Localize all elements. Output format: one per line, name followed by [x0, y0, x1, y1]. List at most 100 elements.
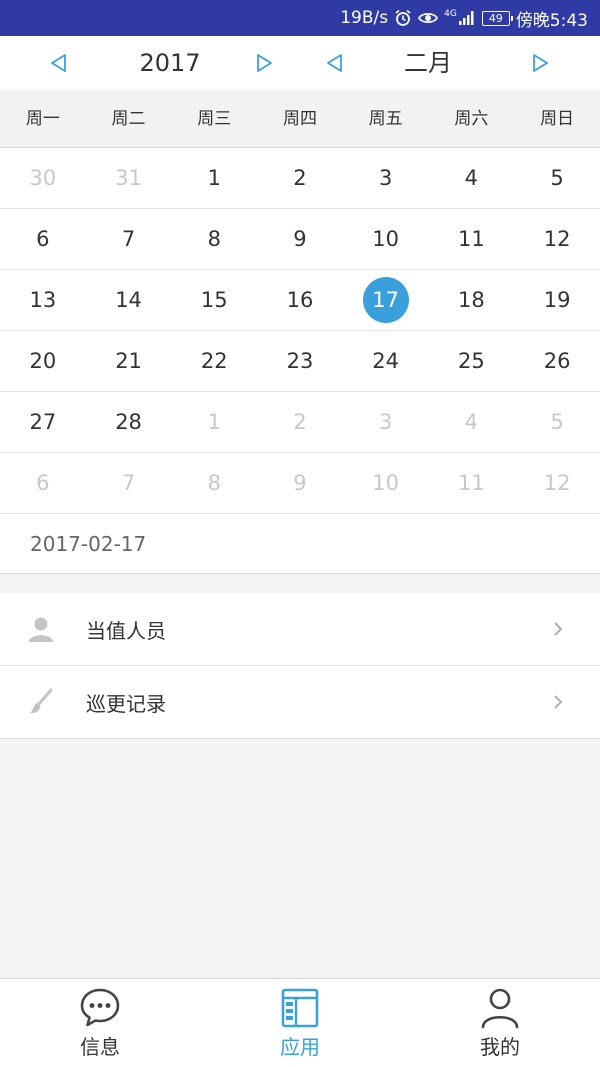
user-icon	[481, 988, 519, 1029]
tab-info[interactable]: 信息	[0, 979, 200, 1067]
calendar-day[interactable]: 23	[257, 331, 343, 391]
calendar-day[interactable]: 18	[429, 270, 515, 330]
calendar-day[interactable]: 10	[343, 209, 429, 269]
triangle-right-icon	[257, 54, 272, 72]
calendar-day[interactable]: 8	[171, 209, 257, 269]
day-number: 19	[543, 288, 571, 312]
day-number: 26	[543, 349, 571, 373]
bottom-tab-bar: 信息 应用 我的	[0, 978, 600, 1067]
calendar-week-row: 30 31 1 2 3 4 5	[0, 148, 600, 209]
triangle-left-icon	[51, 54, 66, 72]
menu-item-patrol-records[interactable]: 巡更记录	[0, 666, 600, 739]
day-number: 9	[293, 471, 307, 495]
weekday-label: 周四	[282, 109, 317, 129]
calendar-day[interactable]: 28	[86, 392, 172, 452]
calendar-day[interactable]: 16	[257, 270, 343, 330]
calendar-day[interactable]: 11	[429, 209, 515, 269]
day-number: 16	[286, 288, 314, 312]
day-number: 1	[207, 410, 221, 434]
calendar-day[interactable]: 7	[86, 453, 172, 513]
calendar-day[interactable]: 9	[257, 453, 343, 513]
calendar-day[interactable]: 12	[514, 209, 600, 269]
day-number: 4	[464, 410, 479, 434]
menu-item-duty-staff[interactable]: 当值人员	[0, 593, 600, 666]
calendar-day[interactable]: 31	[86, 148, 172, 208]
calendar-day[interactable]: 15	[171, 270, 257, 330]
weekday-label: 周三	[197, 109, 232, 129]
calendar-grid: 30 31 1 2 3 4 5 6 7 8 9 10 11 12 13 14 15 16 17 18 19 20 21 22 2…	[0, 148, 600, 514]
calendar-day[interactable]: 2	[257, 392, 343, 452]
year-label: 2017	[139, 49, 201, 77]
calendar-day[interactable]: 14	[86, 270, 172, 330]
calendar-day[interactable]: 10	[343, 453, 429, 513]
calendar-day[interactable]: 21	[86, 331, 172, 391]
month-label: 二月	[404, 49, 452, 77]
weekday-label: 周五	[368, 109, 403, 129]
next-month-button[interactable]	[523, 46, 557, 80]
calendar-week-row: 20 21 22 23 24 25 26	[0, 331, 600, 392]
calendar-day[interactable]: 5	[514, 392, 600, 452]
triangle-right-icon	[533, 54, 548, 72]
calendar-day-selected[interactable]: 17	[343, 270, 429, 330]
day-number: 2	[293, 166, 307, 190]
day-number: 25	[458, 349, 485, 373]
calendar-day[interactable]: 3	[343, 392, 429, 452]
day-number: 14	[115, 288, 142, 312]
day-number: 31	[115, 166, 142, 190]
day-number: 15	[200, 288, 228, 312]
day-number: 7	[121, 227, 136, 251]
status-bar: 19B/s 4G 49 傍晚5:43	[0, 0, 600, 36]
day-number: 23	[286, 349, 314, 373]
day-number: 5	[550, 166, 564, 190]
selected-date: 2017-02-17	[0, 514, 600, 574]
calendar-day[interactable]: 1	[171, 392, 257, 452]
calendar-day[interactable]: 19	[514, 270, 600, 330]
calendar-day[interactable]: 9	[257, 209, 343, 269]
calendar-day[interactable]: 2	[257, 148, 343, 208]
clock: 傍晚5:43	[515, 10, 588, 31]
calendar-day[interactable]: 4	[429, 148, 515, 208]
day-number: 10	[372, 471, 400, 495]
calendar-week-row: 6 7 8 9 10 11 12	[0, 209, 600, 270]
tab-label: 我的	[480, 1035, 520, 1059]
prev-month-button[interactable]	[318, 46, 352, 80]
signal-icon: 4G	[444, 10, 476, 26]
calendar-day[interactable]: 24	[343, 331, 429, 391]
calendar-day[interactable]: 4	[429, 392, 515, 452]
calendar-day[interactable]: 25	[429, 331, 515, 391]
signal-label: 4G	[444, 9, 457, 19]
next-year-button[interactable]	[247, 46, 281, 80]
calendar-day[interactable]: 6	[0, 209, 86, 269]
day-number: 3	[378, 410, 393, 434]
calendar-day[interactable]: 20	[0, 331, 86, 391]
calendar-day[interactable]: 27	[0, 392, 86, 452]
calendar-day[interactable]: 8	[171, 453, 257, 513]
weekday-label: 周日	[540, 109, 575, 129]
calendar-day[interactable]: 12	[514, 453, 600, 513]
calendar-day[interactable]: 6	[0, 453, 86, 513]
day-number: 12	[543, 471, 571, 495]
day-number: 6	[36, 227, 50, 251]
day-number: 1	[207, 166, 221, 190]
day-number: 7	[121, 471, 136, 495]
battery-icon: 49	[481, 10, 513, 26]
person-icon	[29, 617, 53, 642]
calendar-day[interactable]: 7	[86, 209, 172, 269]
day-number: 17	[362, 277, 409, 323]
day-number: 22	[200, 349, 228, 373]
calendar-day[interactable]: 11	[429, 453, 515, 513]
tab-mine[interactable]: 我的	[400, 979, 600, 1067]
weekday-row: 周一 周二 周三 周四 周五 周六 周日	[0, 90, 600, 148]
calendar-day[interactable]: 3	[343, 148, 429, 208]
calendar-day[interactable]: 30	[0, 148, 86, 208]
day-number: 28	[115, 410, 142, 434]
tab-apps[interactable]: 应用	[200, 979, 400, 1067]
calendar-day[interactable]: 1	[171, 148, 257, 208]
prev-year-button[interactable]	[42, 46, 76, 80]
alarm-icon	[394, 9, 412, 27]
calendar-day[interactable]: 26	[514, 331, 600, 391]
calendar-day[interactable]: 13	[0, 270, 86, 330]
calendar-day[interactable]: 5	[514, 148, 600, 208]
calendar-day[interactable]: 22	[171, 331, 257, 391]
day-number: 9	[293, 227, 307, 251]
